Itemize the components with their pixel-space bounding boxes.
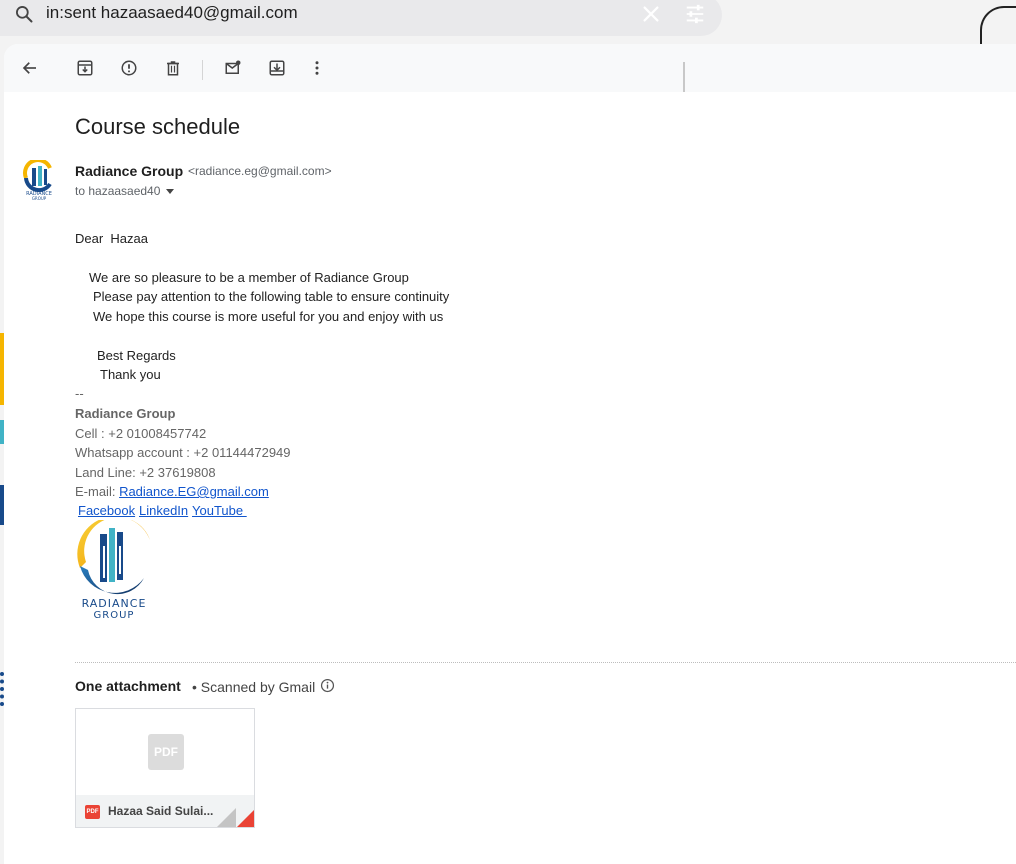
signature-cell: Cell : +2 01008457742: [75, 426, 207, 441]
sender-email: <radiance.eg@gmail.com>: [188, 164, 332, 178]
pdf-icon: PDF: [85, 805, 100, 819]
page-fold-decoration: [236, 808, 254, 827]
arrow-back-icon[interactable]: [20, 58, 40, 78]
email-body-line: We are so pleasure to be a member of Rad…: [89, 270, 409, 285]
chevron-down-icon[interactable]: [166, 188, 175, 194]
tune-icon[interactable]: [684, 3, 706, 25]
archive-icon[interactable]: [75, 58, 95, 78]
search-bar[interactable]: in:sent hazaasaed40@gmail.com: [0, 0, 722, 36]
signature-email-link[interactable]: Radiance.EG@gmail.com: [119, 484, 269, 499]
page-fold-decoration: [216, 808, 236, 827]
email-closing: Thank you: [100, 367, 161, 382]
signature-separator: --: [75, 386, 84, 401]
linkedin-link[interactable]: LinkedIn: [139, 503, 188, 518]
recipient-label: to hazaasaed40: [75, 184, 161, 198]
toolbar-divider: [202, 60, 203, 80]
email-greeting: Dear Hazaa: [75, 231, 148, 246]
attachment-divider: [75, 662, 1016, 663]
email-subject: Course schedule: [75, 114, 241, 139]
svg-text:GROUP: GROUP: [32, 196, 47, 201]
email-toolbar: [4, 44, 1016, 92]
close-icon[interactable]: [640, 3, 662, 25]
toolbar-divider: [683, 62, 685, 92]
signature-name: Radiance Group: [75, 406, 176, 421]
move-to-icon[interactable]: [267, 58, 287, 78]
report-spam-icon[interactable]: [119, 58, 139, 78]
email-body-line: Please pay attention to the following ta…: [93, 289, 450, 304]
attachment-count: One attachment: [75, 678, 181, 694]
youtube-link[interactable]: YouTube: [192, 503, 247, 518]
signature-email-label: E-mail:: [75, 484, 120, 499]
recipient-details[interactable]: to hazaasaed40: [75, 184, 175, 198]
company-logo: RADIANCE GROUP: [72, 516, 156, 621]
info-icon[interactable]: [320, 678, 335, 693]
attachment-card[interactable]: PDF PDF Hazaa Said Sulai...: [75, 708, 255, 828]
svg-text:GROUP: GROUP: [94, 610, 135, 620]
mark-unread-icon[interactable]: [223, 58, 243, 78]
sender-name[interactable]: Radiance Group: [75, 163, 183, 179]
signature-landline: Land Line: +2 37619808: [75, 465, 216, 480]
signature-whatsapp: Whatsapp account : +2 01144472949: [75, 445, 291, 460]
scan-note: • Scanned by Gmail: [192, 679, 316, 695]
email-closing: Best Regards: [97, 348, 176, 363]
pdf-preview-icon: PDF: [148, 734, 184, 770]
signature-email-row: E-mail: Radiance.EG@gmail.com: [75, 484, 269, 499]
trash-icon[interactable]: [163, 58, 183, 78]
facebook-link[interactable]: Facebook: [78, 503, 135, 518]
more-vert-icon[interactable]: [307, 58, 327, 78]
attachment-name[interactable]: Hazaa Said Sulai...: [108, 804, 220, 818]
svg-text:RADIANCE: RADIANCE: [82, 597, 147, 610]
email-body-line: We hope this course is more useful for y…: [93, 309, 444, 324]
search-input[interactable]: in:sent hazaasaed40@gmail.com: [46, 3, 298, 23]
avatar[interactable]: RADIANCE GROUP: [20, 158, 58, 202]
search-icon[interactable]: [14, 4, 34, 24]
